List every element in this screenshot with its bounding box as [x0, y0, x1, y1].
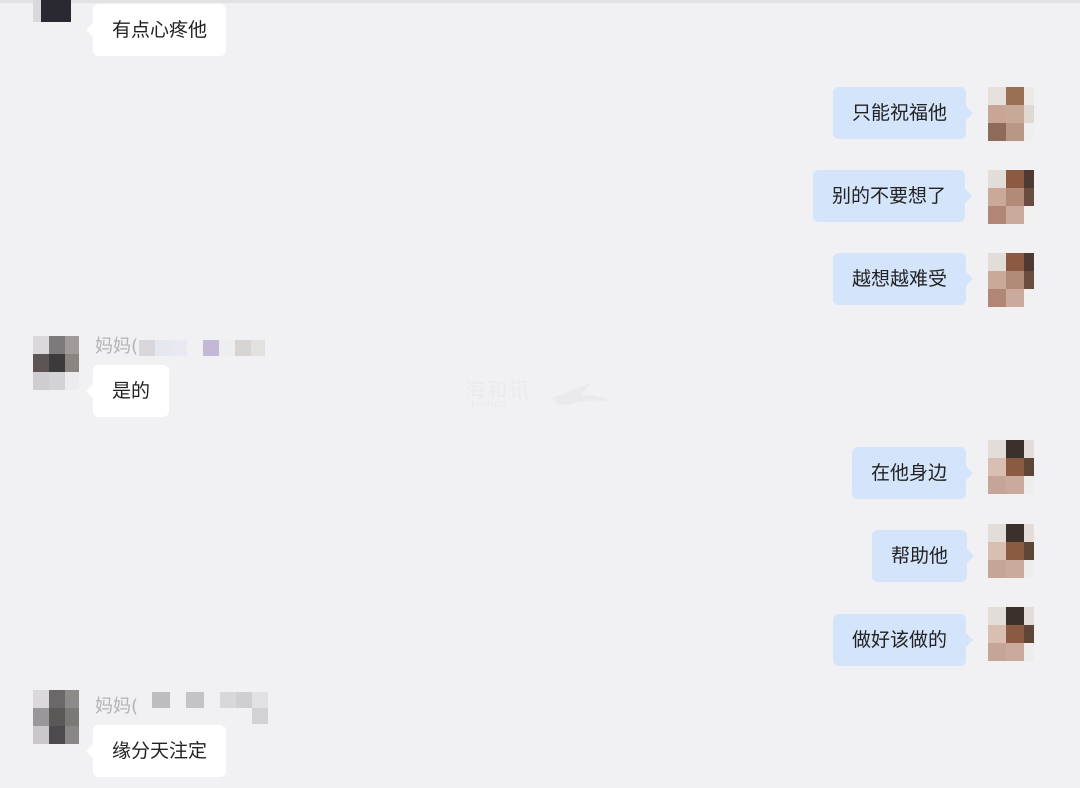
avatar[interactable]: [33, 690, 79, 744]
redacted-name-block: [220, 692, 236, 708]
redacted-name-block: [152, 692, 170, 708]
redacted-name-block: [252, 692, 268, 708]
redacted-name-block: [171, 340, 187, 356]
sender-name: 妈妈(: [95, 336, 139, 357]
avatar[interactable]: [988, 170, 1034, 224]
avatar[interactable]: [33, 0, 79, 22]
message-bubble[interactable]: 越想越难受: [833, 253, 974, 305]
message-bubble[interactable]: 帮助他: [872, 530, 975, 582]
bird-logo-icon: [552, 382, 611, 405]
message-bubble[interactable]: 只能祝福他: [833, 87, 974, 139]
avatar[interactable]: [988, 607, 1034, 661]
avatar[interactable]: [988, 440, 1034, 494]
avatar[interactable]: [988, 87, 1034, 141]
message-bubble[interactable]: 在他身边: [852, 447, 974, 499]
sender-name: 妈妈(: [95, 696, 139, 717]
message-bubble[interactable]: 缘分天注定: [85, 725, 227, 777]
avatar[interactable]: [988, 524, 1034, 578]
message-bubble[interactable]: 有点心疼他: [85, 4, 227, 56]
redacted-name-block: [236, 692, 252, 708]
watermark-subtext: Haiheb...: [471, 399, 516, 410]
redacted-name-block: [139, 340, 155, 356]
redacted-name-block: [155, 340, 171, 356]
avatar[interactable]: [988, 253, 1034, 307]
redacted-name-block: [251, 340, 265, 356]
redacted-name-block: [219, 340, 235, 356]
message-bubble[interactable]: 做好该做的: [833, 614, 974, 666]
redacted-name-block: [235, 340, 251, 356]
watermark: 海和讯 Haiheb...: [465, 372, 625, 422]
message-bubble[interactable]: 别的不要想了: [813, 170, 973, 222]
message-bubble[interactable]: 是的: [85, 365, 170, 417]
avatar[interactable]: [33, 336, 79, 390]
redacted-name-block: [186, 692, 204, 708]
redacted-name-block: [252, 708, 268, 724]
redacted-name-block: [203, 340, 219, 356]
